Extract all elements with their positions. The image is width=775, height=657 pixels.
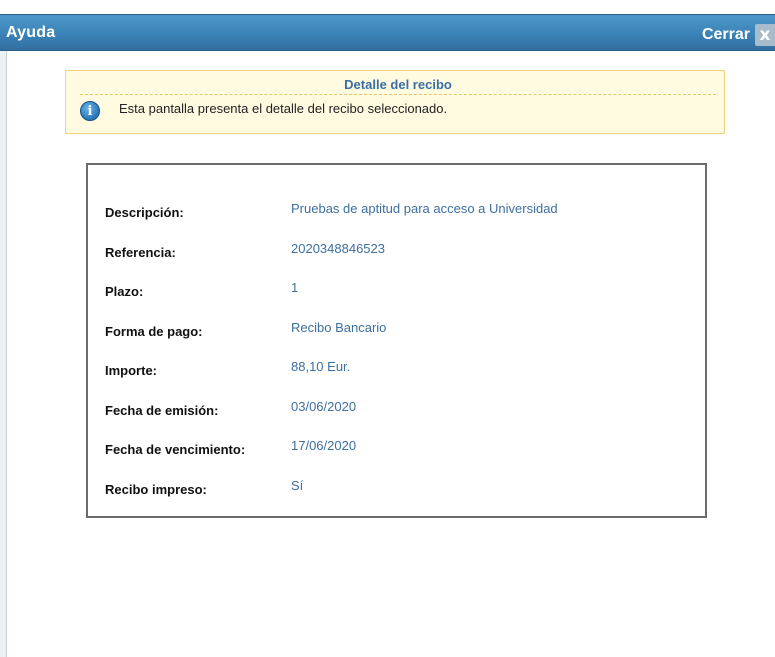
- info-panel-title: Detalle del recibo: [80, 77, 716, 95]
- help-dialog-header: Ayuda Cerrar x: [0, 14, 775, 51]
- detail-value: 1: [291, 280, 299, 295]
- detail-value: Recibo Bancario: [291, 320, 387, 335]
- detail-value: 03/06/2020: [291, 399, 357, 414]
- detail-label: Fecha de vencimiento:: [105, 442, 246, 457]
- detail-row-forma-de-pago: Forma de pago: Recibo Bancario: [105, 320, 695, 340]
- close-control[interactable]: Cerrar x: [702, 23, 775, 47]
- close-icon[interactable]: x: [755, 24, 775, 46]
- detail-row-fecha-emision: Fecha de emisión: 03/06/2020: [105, 399, 695, 419]
- window-top-margin: [0, 0, 775, 14]
- close-button[interactable]: Cerrar: [702, 26, 750, 44]
- detail-label: Fecha de emisión:: [105, 403, 219, 418]
- detail-row-descripcion: Descripción: Pruebas de aptitud para acc…: [105, 201, 695, 221]
- detail-row-importe: Importe: 88,10 Eur.: [105, 359, 695, 379]
- info-icon: i: [80, 101, 100, 121]
- detail-value: Pruebas de aptitud para acceso a Univers…: [291, 201, 558, 216]
- window-left-border: [6, 14, 7, 657]
- info-panel: Detalle del recibo i Esta pantalla prese…: [65, 70, 725, 134]
- detail-label: Importe:: [105, 363, 157, 378]
- info-panel-text: Esta pantalla presenta el detalle del re…: [119, 101, 448, 116]
- detail-label: Recibo impreso:: [105, 482, 207, 497]
- detail-label: Descripción:: [105, 205, 184, 220]
- detail-row-recibo-impreso: Recibo impreso: Sí: [105, 478, 695, 498]
- detail-row-fecha-vencimiento: Fecha de vencimiento: 17/06/2020: [105, 438, 695, 458]
- dialog-title: Ayuda: [6, 24, 56, 41]
- detail-row-referencia: Referencia: 2020348846523: [105, 241, 695, 261]
- detail-value: 17/06/2020: [291, 438, 357, 453]
- detail-value: Sí: [291, 478, 304, 493]
- detail-value: 2020348846523: [291, 241, 385, 256]
- detail-label: Referencia:: [105, 245, 176, 260]
- detail-row-plazo: Plazo: 1: [105, 280, 695, 300]
- detail-label: Forma de pago:: [105, 324, 203, 339]
- detail-value: 88,10 Eur.: [291, 359, 351, 374]
- receipt-detail-panel: Descripción: Pruebas de aptitud para acc…: [86, 163, 707, 518]
- detail-label: Plazo:: [105, 284, 144, 299]
